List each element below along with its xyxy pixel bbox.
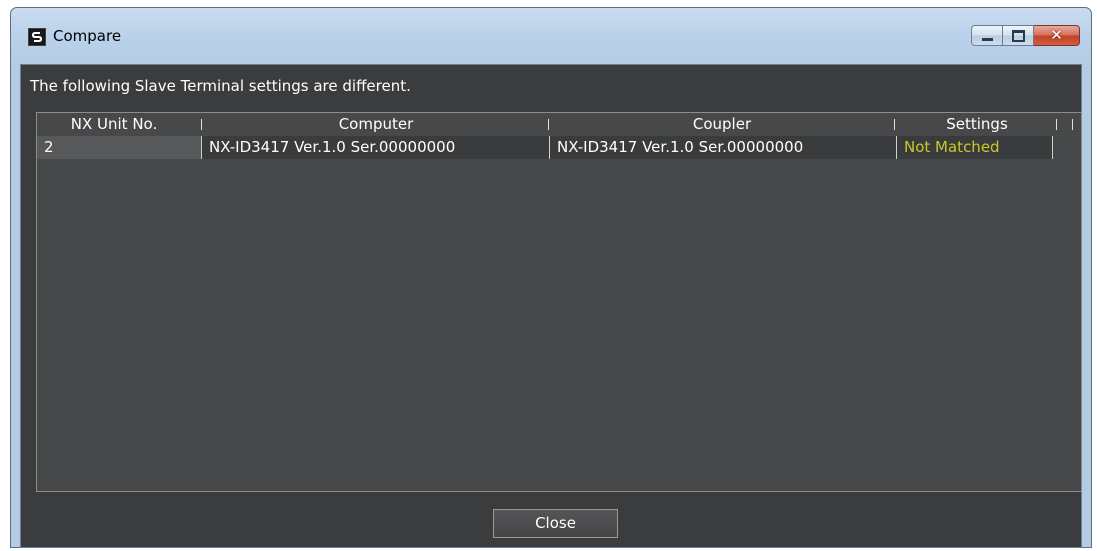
window-title: Compare [53,27,122,45]
minimize-button[interactable] [971,25,1003,46]
minimize-icon [972,26,1002,45]
close-button[interactable]: Close [493,509,618,538]
maximize-button[interactable] [1003,25,1034,46]
title-bar[interactable]: Compare ✕ [11,8,1091,64]
cell-nx-unit-no[interactable]: 2 [37,136,201,159]
table-row[interactable]: 2 NX-ID3417 Ver.1.0 Ser.00000000 NX-ID34… [37,136,1053,159]
maximize-icon [1003,26,1033,45]
close-window-button[interactable]: ✕ [1034,25,1080,46]
table-header: NX Unit No. Computer Coupler Settings [37,113,1081,135]
comparison-table[interactable]: NX Unit No. Computer Coupler Settings 2 … [36,112,1082,492]
column-header-computer[interactable]: Computer [202,113,550,135]
compare-dialog: Compare ✕ The following Slave Terminal s… [10,7,1092,548]
column-header-nx-unit-no[interactable]: NX Unit No. [37,113,191,135]
info-message: The following Slave Terminal settings ar… [30,77,411,95]
window-controls: ✕ [971,25,1080,47]
dialog-content: The following Slave Terminal settings ar… [20,64,1082,548]
column-resize-handle[interactable] [1056,119,1057,130]
cell-settings-status[interactable]: Not Matched [896,136,1053,159]
column-header-coupler[interactable]: Coupler [549,113,895,135]
cell-computer[interactable]: NX-ID3417 Ver.1.0 Ser.00000000 [201,136,549,159]
column-header-settings[interactable]: Settings [895,113,1059,135]
column-resize-handle[interactable] [1072,119,1073,130]
app-icon [28,28,46,46]
close-icon: ✕ [1050,26,1063,44]
cell-coupler[interactable]: NX-ID3417 Ver.1.0 Ser.00000000 [549,136,896,159]
